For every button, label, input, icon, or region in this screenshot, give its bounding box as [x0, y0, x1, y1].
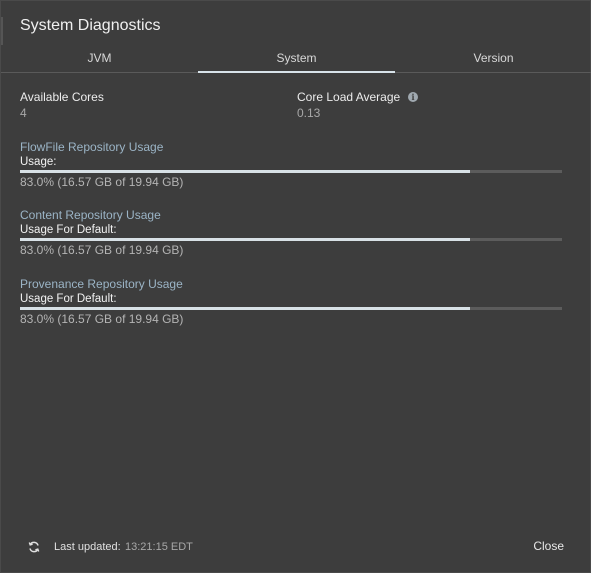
usage-bar	[20, 307, 562, 310]
usage-bar-fill	[20, 238, 470, 241]
core-load-average-label: Core Load Average	[297, 90, 401, 104]
info-icon[interactable]: i	[408, 92, 418, 102]
tab-version[interactable]: Version	[395, 45, 591, 72]
repo-usage-label: Usage For Default:	[20, 293, 117, 305]
tab-bar: JVM System Version	[1, 45, 591, 73]
title-accent	[1, 17, 3, 45]
usage-bar-fill	[20, 170, 470, 173]
tab-system[interactable]: System	[198, 45, 395, 73]
flowfile-repository-section: FlowFile Repository Usage Usage: 83.0% (…	[20, 140, 562, 189]
core-load-average-value: 0.13	[297, 106, 321, 120]
repo-title: FlowFile Repository Usage	[20, 140, 164, 154]
usage-bar-fill	[20, 307, 470, 310]
content-repository-section: Content Repository Usage Usage For Defau…	[20, 208, 562, 257]
usage-bar	[20, 238, 562, 241]
repo-usage-value: 83.0% (16.57 GB of 19.94 GB)	[20, 243, 184, 257]
last-updated-label: Last updated:	[54, 541, 121, 553]
dialog-footer: Last updated: 13:21:15 EDT Close	[1, 522, 591, 572]
repo-usage-value: 83.0% (16.57 GB of 19.94 GB)	[20, 175, 184, 189]
system-diagnostics-dialog: System Diagnostics JVM System Version Av…	[0, 0, 591, 573]
repo-usage-value: 83.0% (16.57 GB of 19.94 GB)	[20, 312, 184, 326]
available-cores-value: 4	[20, 106, 27, 120]
refresh-icon[interactable]	[28, 541, 40, 553]
provenance-repository-section: Provenance Repository Usage Usage For De…	[20, 277, 562, 326]
tab-jvm[interactable]: JVM	[1, 45, 198, 72]
close-button[interactable]: Close	[533, 539, 564, 553]
dialog-title: System Diagnostics	[20, 17, 161, 34]
repo-usage-label: Usage For Default:	[20, 224, 117, 236]
usage-bar	[20, 170, 562, 173]
repo-title: Content Repository Usage	[20, 208, 161, 222]
repo-usage-label: Usage:	[20, 156, 57, 168]
repo-title: Provenance Repository Usage	[20, 277, 183, 291]
last-updated-value: 13:21:15 EDT	[125, 541, 193, 553]
available-cores-label: Available Cores	[20, 90, 104, 104]
